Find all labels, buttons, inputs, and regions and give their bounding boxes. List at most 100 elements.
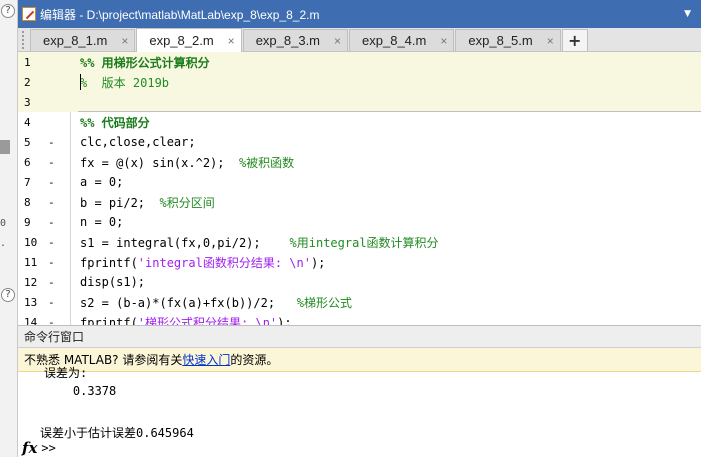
close-icon[interactable]: × xyxy=(121,34,128,48)
line-number: 10 xyxy=(24,235,38,249)
tab-exp-8-4[interactable]: exp_8_4.m × xyxy=(349,29,455,51)
tab-label: exp_8_5.m xyxy=(468,33,533,48)
code-token: %% 代码部分 xyxy=(80,115,150,130)
code-token: %梯形公式 xyxy=(296,295,352,310)
code-text: clc,close,clear; xyxy=(66,135,701,149)
code-line[interactable]: 11- fprintf('integral函数积分结果: \n'); xyxy=(18,252,701,272)
code-token: % 版本 2019b xyxy=(80,75,170,90)
code-text: n = 0; xyxy=(66,215,701,229)
breakpoint-marker[interactable]: - xyxy=(48,236,66,249)
code-token: '梯形公式积分结果: \n' xyxy=(137,315,278,326)
help-circle-icon[interactable]: ? xyxy=(1,288,15,302)
breakpoint-marker[interactable]: - xyxy=(48,136,66,149)
tab-grip-handle[interactable] xyxy=(22,30,26,49)
code-text: %% 代码部分 xyxy=(66,114,701,131)
code-line[interactable]: 12- disp(s1); xyxy=(18,272,701,292)
code-line[interactable]: 7 - a = 0; xyxy=(18,172,701,192)
matlab-editor-icon xyxy=(22,7,36,21)
breakpoint-marker[interactable]: - xyxy=(48,256,66,269)
code-token: clc,close,clear; xyxy=(80,135,196,149)
line-number: 3 xyxy=(24,95,31,109)
breakpoint-marker[interactable]: - xyxy=(48,296,66,309)
code-token: ); xyxy=(310,255,326,270)
editor-panel: 编辑器 - D:\project\matlab\MatLab\exp_8\exp… xyxy=(18,0,701,326)
line-number: 8 xyxy=(24,195,31,209)
quick-start-link[interactable]: 快速入门 xyxy=(182,351,230,368)
tip-suffix: 的资源。 xyxy=(230,353,279,367)
code-line[interactable]: 10- s1 = integral(fx,0,pi/2); %用integral函… xyxy=(18,232,701,252)
section-divider xyxy=(78,111,701,112)
code-line[interactable]: 6- fx = @(x) sin(x.^2); %被积函数 xyxy=(18,152,701,172)
editor-tab-strip: exp_8_1.m × exp_8_2.m × exp_8_3.m × exp_… xyxy=(18,28,701,52)
code-editor[interactable]: 1 %% 用梯形公式计算积分 2 % 版本 2019b 3 4 %% 代码部分 5 - clc,c… xyxy=(18,52,701,325)
code-line[interactable]: 3 xyxy=(18,92,701,112)
text-cursor xyxy=(80,74,81,90)
breakpoint-marker[interactable]: - xyxy=(48,196,66,209)
code-token: s1 = integral(fx,0,pi/2); xyxy=(80,235,290,250)
tab-label: exp_8_2.m xyxy=(149,33,214,48)
code-line[interactable]: 5 - clc,close,clear; xyxy=(18,132,701,152)
code-token: s2 = (b-a)*(fx(a)+fx(b))/2; xyxy=(80,295,297,310)
close-icon[interactable]: × xyxy=(228,34,235,48)
code-line[interactable]: 13- s2 = (b-a)*(fx(a)+fx(b))/2; %梯形公式 xyxy=(18,292,701,312)
panel-splitter-marker[interactable] xyxy=(0,140,10,154)
command-output[interactable]: 误差为: 0.3378 误差小于估计误差0.645964 fx >> xyxy=(18,366,701,457)
close-icon[interactable]: × xyxy=(440,34,447,48)
tab-exp-8-2[interactable]: exp_8_2.m × xyxy=(136,28,242,52)
prompt-symbol: >> xyxy=(41,441,56,455)
code-token: disp(s1); xyxy=(80,275,146,289)
code-line[interactable]: 14- fprintf('梯形公式积分结果: \n'); xyxy=(18,312,701,326)
command-window-header[interactable]: 命令行窗口 xyxy=(18,326,701,348)
line-number: 11 xyxy=(24,255,38,269)
function-browser-icon[interactable]: fx xyxy=(22,439,37,457)
code-line[interactable]: 1 %% 用梯形公式计算积分 xyxy=(18,52,701,72)
tab-exp-8-5[interactable]: exp_8_5.m × xyxy=(455,29,561,51)
code-token: a = 0; xyxy=(80,175,124,189)
collapse-triangle-icon[interactable]: ▼ xyxy=(684,9,691,19)
command-window-title: 命令行窗口 xyxy=(24,330,85,344)
command-prompt[interactable]: fx >> xyxy=(22,439,56,457)
line-number: 1 xyxy=(24,55,31,69)
code-text: s2 = (b-a)*(fx(a)+fx(b))/2; %梯形公式 xyxy=(66,294,701,311)
code-token: fprintf( xyxy=(80,255,138,270)
add-tab-button[interactable]: + xyxy=(561,29,588,51)
breakpoint-marker[interactable]: - xyxy=(48,156,66,169)
breakpoint-marker[interactable]: - xyxy=(48,176,66,189)
tab-exp-8-3[interactable]: exp_8_3.m × xyxy=(242,29,349,51)
code-line[interactable]: 8-b = pi/2; %积分区间 xyxy=(18,192,701,212)
editor-title-bar[interactable]: 编辑器 - D:\project\matlab\MatLab\exp_8\exp… xyxy=(18,0,701,28)
code-text: % 版本 2019b xyxy=(66,74,701,91)
code-text: fprintf('梯形公式积分结果: \n'); xyxy=(66,314,701,326)
code-token: %用integral函数计算积分 xyxy=(289,235,439,250)
left-panel-edge: ? 0 . ? xyxy=(0,0,18,457)
code-line[interactable]: 9 - n = 0; xyxy=(18,212,701,232)
output-line: 误差小于估计误差0.645964 xyxy=(40,426,194,440)
tab-label: exp_8_4.m xyxy=(362,33,427,48)
code-token: %被积函数 xyxy=(238,155,295,170)
code-token: fx = @(x) sin(x.^2); xyxy=(80,155,239,170)
line-number: 9 xyxy=(24,215,31,229)
tab-label: exp_8_1.m xyxy=(43,33,108,48)
close-icon[interactable]: × xyxy=(547,34,554,48)
code-token: n = 0; xyxy=(80,215,124,229)
code-token: 'integral函数积分结果: \n' xyxy=(137,255,311,270)
breakpoint-marker[interactable]: - xyxy=(48,216,66,229)
command-window: 命令行窗口 不熟悉 MATLAB? 请参阅有关 快速入门 的资源。 误差为: 0.3… xyxy=(18,326,701,457)
code-line[interactable]: 4 %% 代码部分 xyxy=(18,112,701,132)
help-circle-icon[interactable]: ? xyxy=(1,4,15,18)
code-text: fx = @(x) sin(x.^2); %被积函数 xyxy=(66,154,701,171)
breakpoint-marker[interactable]: - xyxy=(48,276,66,289)
code-line[interactable]: 2 % 版本 2019b xyxy=(18,72,701,92)
editor-title: 编辑器 - D:\project\matlab\MatLab\exp_8\exp… xyxy=(40,7,320,22)
left-panel-tick: 0 xyxy=(0,218,7,229)
tab-exp-8-1[interactable]: exp_8_1.m × xyxy=(30,29,136,51)
code-lines: 1 %% 用梯形公式计算积分 2 % 版本 2019b 3 4 %% 代码部分 5 - clc,c… xyxy=(18,52,701,325)
output-line: 0.3378 xyxy=(44,384,117,398)
line-number: 7 xyxy=(24,175,31,189)
line-number: 6 xyxy=(24,155,31,169)
code-text: disp(s1); xyxy=(66,275,701,289)
close-icon[interactable]: × xyxy=(334,34,341,48)
line-number: 13 xyxy=(24,295,38,309)
code-text: s1 = integral(fx,0,pi/2); %用integral函数计算… xyxy=(66,234,701,251)
breakpoint-marker[interactable]: - xyxy=(48,316,66,326)
